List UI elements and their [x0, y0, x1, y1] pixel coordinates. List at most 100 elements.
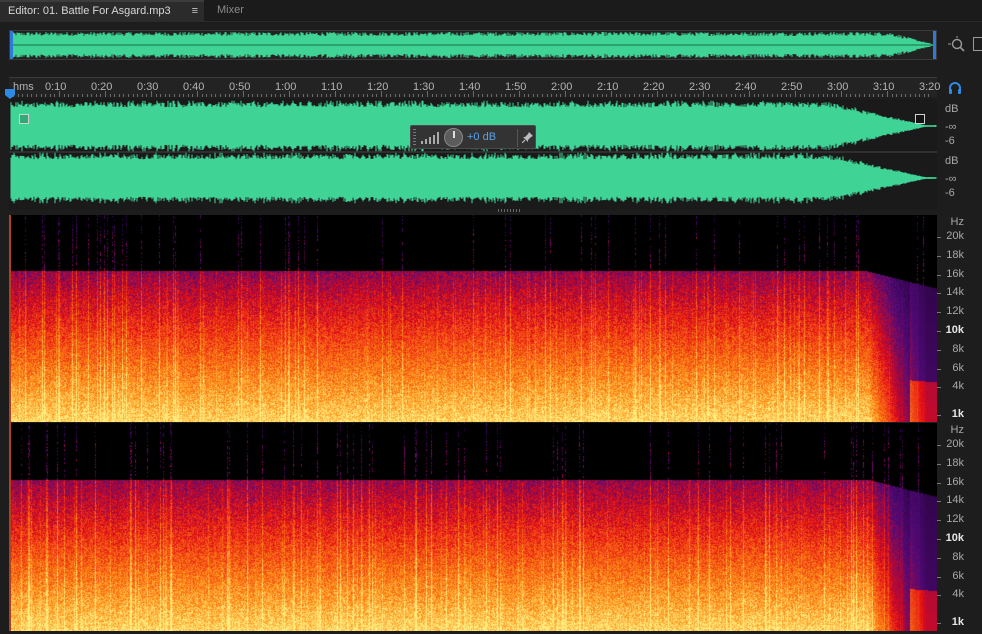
ruler-tick [77, 94, 79, 97]
ruler-tick [353, 94, 355, 97]
ruler-tick [381, 91, 382, 97]
ruler-tick [224, 94, 226, 97]
hz-label: 10k [945, 532, 964, 544]
ruler-tick [680, 94, 681, 97]
hz-label: 16k [946, 268, 964, 280]
ruler-tick [712, 94, 714, 97]
spectral-display-left[interactable] [9, 215, 937, 422]
ruler-tick [459, 94, 461, 97]
headphones-icon[interactable] [947, 80, 963, 96]
ruler-tick [238, 94, 240, 97]
ruler-unit: hms [13, 81, 34, 93]
ruler-tick [776, 94, 778, 97]
ruler-tick [767, 94, 769, 97]
ruler-tick [436, 94, 438, 97]
ruler-tick [744, 94, 746, 97]
tab-mixer[interactable]: Mixer [204, 0, 252, 22]
overview-range-start-handle[interactable] [10, 31, 13, 59]
hz-label: 16k [946, 476, 964, 488]
ruler-tick [325, 94, 327, 97]
waveform-display[interactable] [9, 99, 937, 210]
ruler-label: 2:30 [689, 81, 711, 93]
ruler-tick [279, 94, 281, 97]
fade-out-handle[interactable] [915, 114, 925, 124]
ruler-tick [197, 91, 198, 97]
tab-mixer-label: Mixer [217, 4, 244, 16]
ruler-tick [537, 94, 539, 97]
ruler-tick [721, 94, 723, 97]
hz-label: 4k [952, 588, 964, 600]
overview-range-end-handle[interactable] [933, 31, 936, 59]
hz-label: 10k [945, 324, 964, 336]
ruler-tick [514, 94, 516, 97]
ruler-tick [362, 94, 364, 97]
panel-toggle-icon[interactable] [973, 37, 982, 51]
ruler-tick [141, 94, 143, 97]
pin-icon[interactable] [522, 131, 534, 143]
hz-label: 8k [952, 551, 964, 563]
ruler-tick [40, 94, 42, 97]
zoom-icon[interactable] [948, 36, 966, 54]
time-ruler[interactable]: hms 0:10 0:20 0:30 0:40 0:50 1:00 1:10 1:20 1:30… [9, 77, 940, 97]
ruler-tick [574, 94, 576, 97]
ruler-tick [845, 94, 847, 97]
ruler-tick [132, 94, 134, 97]
gain-value[interactable]: +0 dB [467, 131, 496, 143]
ruler-tick [394, 94, 396, 97]
ruler-tick [72, 94, 74, 97]
tab-editor[interactable]: Editor: 01. Battle For Asgard.mp3 ≡ [0, 0, 204, 22]
waveform-graphic [9, 100, 937, 204]
ruler-tick [923, 94, 925, 97]
panel-resize-grip[interactable] [498, 209, 522, 212]
ruler-tick [233, 94, 235, 97]
ruler-tick [753, 94, 755, 97]
ruler-tick [730, 94, 732, 97]
hud-grip[interactable] [413, 129, 416, 145]
ruler-tick [859, 94, 861, 97]
ruler-tick [726, 94, 727, 97]
ruler-tick [799, 94, 801, 97]
ruler-tick [804, 94, 806, 97]
gain-hud[interactable]: +0 dB [410, 125, 536, 149]
db-minus6-top: -6 [945, 135, 955, 147]
ruler-tick [831, 94, 833, 97]
ruler-tick [772, 94, 773, 97]
hz-label: 1k [951, 616, 964, 628]
ruler-tick [371, 94, 373, 97]
ruler-tick [445, 94, 447, 97]
ruler-tick [174, 94, 175, 97]
spectral-display-right[interactable] [9, 423, 937, 631]
frequency-scale-left: Hz 20k 18k 16k 14k 12k 10k 8k 6k 4k 1k [937, 215, 982, 422]
gain-knob[interactable] [444, 128, 463, 147]
ruler-tick [560, 94, 562, 97]
ruler-tick [482, 94, 484, 97]
ruler-tick [22, 94, 24, 97]
frequency-scale-right: Hz 20k 18k 16k 14k 12k 10k 8k 6k 4k 1k [937, 423, 982, 631]
ruler-tick [850, 94, 852, 97]
overview-waveform[interactable] [9, 30, 937, 60]
ruler-tick [477, 94, 479, 97]
fade-in-handle[interactable] [19, 114, 29, 124]
ruler-tick [169, 94, 171, 97]
hz-tick [937, 331, 941, 332]
ruler-tick [877, 94, 879, 97]
ruler-tick [569, 94, 571, 97]
ruler-tick [532, 94, 534, 97]
ruler-tick [128, 94, 129, 97]
ruler-tick [321, 94, 323, 97]
hz-label: 18k [946, 457, 964, 469]
db-unit-bottom: dB [945, 155, 959, 167]
ruler-tick [220, 94, 221, 97]
db-neg-inf-top: -∞ [945, 121, 957, 133]
ruler-tick [293, 94, 295, 97]
hz-tick [937, 237, 941, 238]
ruler-label: 1:00 [275, 81, 297, 93]
ruler-tick [275, 94, 277, 97]
ruler-tick [666, 94, 668, 97]
tab-menu-icon[interactable]: ≡ [192, 2, 198, 20]
ruler-tick [404, 94, 405, 97]
ruler-tick [818, 94, 819, 97]
ruler-tick [164, 94, 166, 97]
hz-tick [937, 501, 941, 502]
ruler-label: 2:10 [597, 81, 619, 93]
